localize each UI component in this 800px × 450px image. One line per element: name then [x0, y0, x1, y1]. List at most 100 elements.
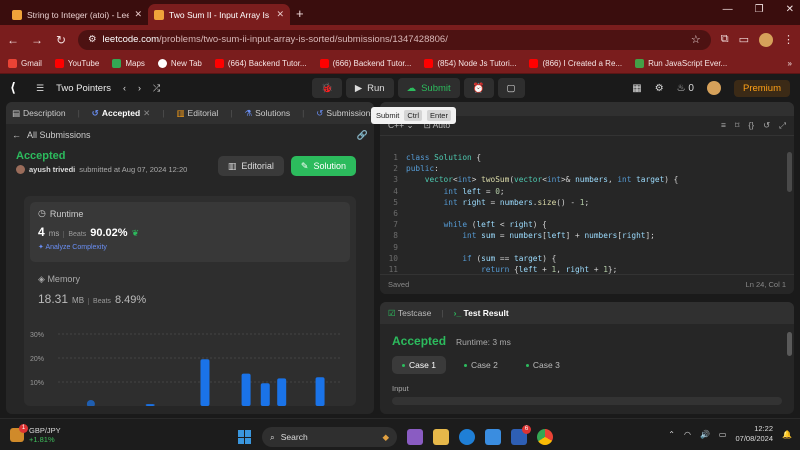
distribution-bar[interactable] — [260, 383, 270, 406]
code-area[interactable]: 1 class Solution {2 public:3 vector < int > t… — [380, 152, 794, 275]
bookmark-backend-664[interactable]: (664) Backend Tutor... — [214, 59, 307, 68]
braces-icon[interactable]: {} — [748, 120, 754, 131]
streak-counter[interactable]: ♨ 0 — [677, 83, 694, 94]
settings-app-icon[interactable] — [485, 429, 501, 445]
bookmark-gmail[interactable]: Gmail — [8, 59, 42, 68]
prev-problem-icon[interactable]: ‹ — [123, 83, 126, 93]
minimize-icon[interactable]: — — [723, 4, 733, 15]
battery-icon[interactable]: ▭ — [719, 430, 727, 439]
volume-icon[interactable]: 🔊 — [700, 430, 710, 439]
premium-button[interactable]: Premium — [733, 79, 790, 97]
code-line[interactable]: 10 if (sum == target) { — [380, 253, 794, 264]
distribution-bar[interactable] — [145, 404, 155, 406]
timer-button[interactable]: ⏰ — [463, 78, 494, 98]
test-panel-scrollbar[interactable] — [787, 332, 792, 356]
chevron-up-icon[interactable]: ⌃ — [668, 430, 675, 439]
solution-button[interactable]: ✎ Solution — [290, 156, 356, 176]
profile-avatar[interactable] — [759, 32, 773, 47]
windows-start-icon[interactable] — [238, 430, 252, 444]
settings-icon[interactable]: ⚙ — [655, 83, 664, 94]
problem-list-icon[interactable]: ☰ — [36, 83, 44, 94]
close-icon[interactable]: ✕ — [276, 9, 284, 20]
editor-scrollbar[interactable] — [787, 152, 792, 192]
case-3-tab[interactable]: Case 3 — [516, 356, 570, 374]
code-line[interactable]: 5 int right = numbers. size() - 1; — [380, 197, 794, 208]
bookmark-icon[interactable]: ⌑ — [735, 120, 739, 131]
tab-accepted[interactable]: ↺ Accepted ✕ — [92, 108, 151, 119]
url-input[interactable]: ⚙ leetcode.com/problems/two-sum-ii-input… — [78, 29, 711, 50]
close-window-icon[interactable]: ✕ — [786, 4, 794, 15]
edge-icon[interactable] — [459, 429, 475, 445]
bookmark-run-js[interactable]: Run JavaScript Ever... — [635, 59, 727, 68]
distribution-bar[interactable] — [200, 359, 210, 406]
new-tab-icon[interactable]: + — [296, 6, 304, 21]
fullscreen-icon[interactable]: ⤢ — [779, 120, 786, 131]
bookmark-new-tab[interactable]: New Tab — [157, 59, 202, 68]
tab-testcase[interactable]: ☑ Testcase — [388, 308, 431, 319]
clock[interactable]: 12:22 07/08/2024 — [735, 424, 773, 444]
distribution-bar[interactable] — [241, 373, 251, 406]
reload-icon[interactable]: ↻ — [54, 33, 68, 47]
format-icon[interactable]: ≡ — [721, 120, 726, 131]
bookmark-maps[interactable]: Maps — [112, 59, 145, 68]
tab-solutions[interactable]: ⚗ Solutions — [244, 108, 290, 119]
distribution-bar[interactable] — [315, 377, 325, 406]
notes-button[interactable]: ▢ — [497, 78, 525, 98]
user-avatar[interactable] — [16, 165, 25, 174]
code-line[interactable]: 9 — [380, 242, 794, 253]
shuffle-icon[interactable]: ⤮ — [153, 83, 160, 94]
back-arrow-icon[interactable]: ← — [12, 130, 21, 140]
user-avatar[interactable] — [706, 81, 721, 95]
extensions-icon[interactable]: ⧉ — [721, 33, 729, 46]
tab-test-result[interactable]: ›_ Test Result — [454, 308, 509, 318]
code-line[interactable]: 1 class Solution { — [380, 152, 794, 163]
tab-description[interactable]: ▤ Description — [12, 108, 66, 119]
bookmarks-more-icon[interactable]: » — [788, 59, 792, 68]
distribution-bar[interactable] — [277, 378, 287, 406]
bookmark-node-854[interactable]: (854) Node Js Tutori... — [424, 59, 516, 68]
link-icon[interactable]: 🔗 — [357, 130, 368, 141]
chrome-icon[interactable] — [537, 429, 553, 445]
editorial-button[interactable]: ▥ Editorial — [217, 156, 284, 176]
code-line[interactable]: 3 vector < int > twoSum(vector < int >& number… — [380, 174, 794, 185]
notification-bell-icon[interactable]: 🔔 — [782, 430, 792, 439]
code-line[interactable]: 8 int sum = numbers[left] + numbers[righ… — [380, 230, 794, 241]
sidepanel-icon[interactable]: ▭ — [739, 33, 749, 46]
bookmark-star-icon[interactable]: ☆ — [691, 33, 701, 46]
layout-icon[interactable]: ▦ — [632, 83, 641, 94]
all-submissions-link[interactable]: All Submissions — [27, 130, 91, 140]
task-view-icon[interactable] — [407, 429, 423, 445]
maximize-icon[interactable]: ❐ — [755, 4, 764, 15]
run-button[interactable]: ▶ Run — [345, 78, 394, 98]
taskbar-search[interactable]: ⌕ Search ◆ — [262, 427, 397, 447]
runtime-distribution-chart[interactable]: 30% 20% 10% — [28, 326, 352, 406]
bookmark-youtube[interactable]: YouTube — [54, 59, 99, 68]
stock-widget[interactable]: 1 GBP/JPY +1.81% — [0, 423, 120, 444]
reset-icon[interactable]: ↺ — [763, 120, 770, 131]
menu-icon[interactable]: ⋮ — [783, 33, 794, 46]
tab-submissions[interactable]: ↺ Submissions — [316, 108, 374, 119]
case-2-tab[interactable]: Case 2 — [454, 356, 508, 374]
code-line[interactable]: 7 while (left < right) { — [380, 219, 794, 230]
next-problem-icon[interactable]: › — [138, 83, 141, 93]
user-marker[interactable] — [86, 400, 95, 406]
username[interactable]: ayush trivedi — [29, 165, 75, 174]
back-icon[interactable]: ← — [6, 33, 20, 47]
code-line[interactable]: 2 public: — [380, 163, 794, 174]
case-1-tab[interactable]: Case 1 — [392, 356, 446, 374]
runtime-box[interactable]: ◷ Runtime 4 ms Beats 90.02% ❦ ✦ Analyze C… — [30, 202, 350, 262]
tab-editorial[interactable]: ▥ Editorial — [177, 108, 219, 119]
debug-button[interactable]: 🐞 — [312, 78, 342, 98]
submit-button[interactable]: ☁ Submit — [397, 78, 460, 98]
analyze-complexity-link[interactable]: ✦ Analyze Complexity — [38, 243, 342, 251]
problem-list-title[interactable]: Two Pointers — [56, 83, 111, 94]
leetcode-logo-icon[interactable]: ⟨ — [10, 81, 24, 95]
close-icon[interactable]: ✕ — [134, 9, 142, 20]
code-line[interactable]: 6 — [380, 208, 794, 219]
memory-box[interactable]: ◈ Memory 18.31 MB Beats 8.49% — [38, 274, 146, 306]
bookmark-backend-666[interactable]: (666) Backend Tutor... — [319, 59, 411, 68]
wifi-icon[interactable]: ◠ — [684, 430, 691, 439]
forward-icon[interactable]: → — [30, 33, 44, 47]
site-info-icon[interactable]: ⚙ — [88, 34, 97, 45]
browser-tab-atoi[interactable]: String to Integer (atoi) - LeetCo ✕ — [6, 4, 148, 25]
